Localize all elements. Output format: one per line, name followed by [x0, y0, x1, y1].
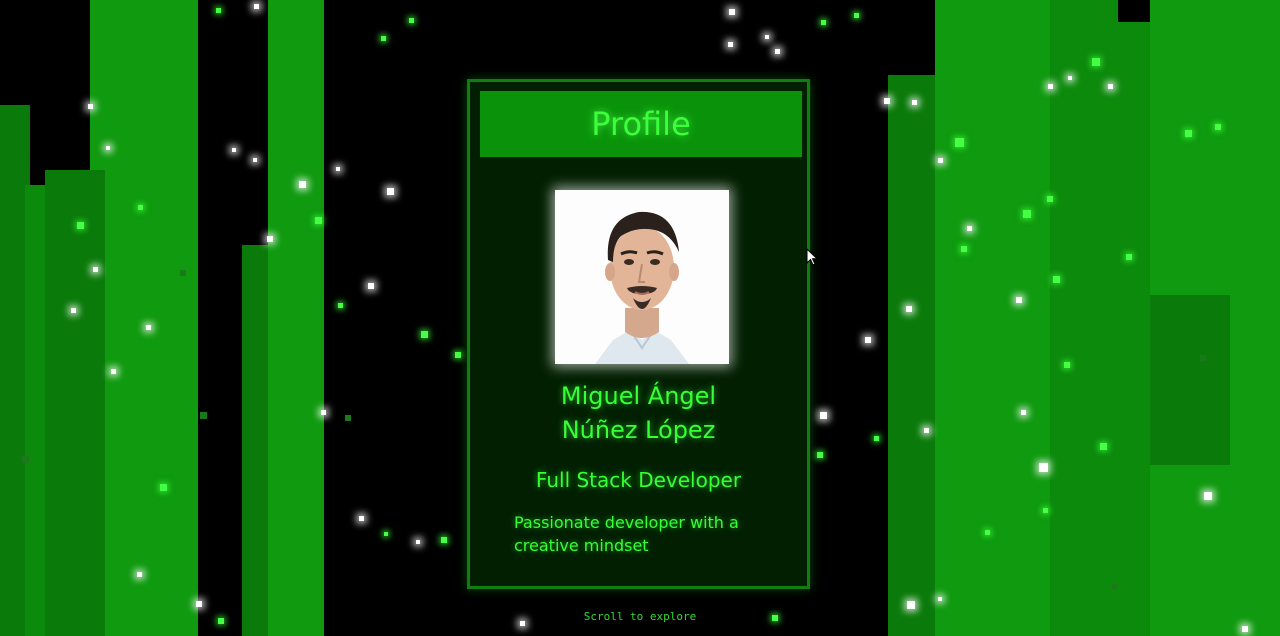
particle [854, 13, 859, 18]
particle [441, 537, 447, 543]
particle [955, 138, 964, 147]
particle [336, 167, 340, 171]
particle [1047, 196, 1053, 202]
particle [884, 98, 890, 104]
particle [88, 104, 93, 109]
particle [196, 601, 202, 607]
particle [520, 621, 525, 626]
particle [409, 18, 414, 23]
bg-pillar-gap [1118, 0, 1150, 22]
particle [906, 306, 912, 312]
particle [775, 49, 780, 54]
bg-pillar [888, 75, 938, 636]
particle [1039, 463, 1048, 472]
particle [772, 615, 778, 621]
particle [455, 352, 461, 358]
profile-role: Full Stack Developer [535, 468, 742, 492]
particle [1092, 58, 1100, 66]
particle [912, 100, 917, 105]
particle [1126, 254, 1132, 260]
particle [387, 188, 394, 195]
particle [1021, 410, 1026, 415]
bg-pillar [1050, 0, 1150, 636]
particle [1185, 130, 1192, 137]
particle [961, 246, 967, 252]
bg-pillar [45, 170, 105, 636]
particle [71, 308, 76, 313]
particle [1200, 355, 1206, 361]
card-title: Profile [591, 105, 691, 143]
particle [1112, 584, 1117, 589]
particle [924, 428, 929, 433]
particle [77, 222, 84, 229]
profile-name-line2: Núñez López [561, 416, 716, 444]
particle [160, 484, 167, 491]
matrix-scene: Profile Miguel Ángel Núñez López Full St… [0, 0, 1280, 636]
particle [359, 516, 364, 521]
particle [381, 36, 386, 41]
card-header: Profile [480, 91, 802, 157]
particle [820, 412, 827, 419]
particle [93, 267, 98, 272]
profile-card: Profile Miguel Ángel Núñez López Full St… [467, 79, 810, 589]
particle [368, 283, 374, 289]
profile-bio: Passionate developer with a creative min… [514, 513, 739, 555]
particle [22, 456, 29, 463]
particle [1215, 124, 1221, 130]
particle [985, 530, 990, 535]
particle [1043, 508, 1048, 513]
particle [111, 369, 116, 374]
particle [267, 236, 273, 242]
bg-pillar [90, 0, 198, 636]
particle [907, 601, 915, 609]
particle [765, 35, 769, 39]
particle [865, 337, 871, 343]
particle [146, 325, 151, 330]
profile-name: Miguel Ángel Núñez López [470, 379, 807, 447]
particle [254, 4, 259, 9]
particle [384, 532, 388, 536]
particle [1016, 297, 1022, 303]
particle [1068, 76, 1072, 80]
particle [321, 410, 326, 415]
particle [345, 415, 351, 421]
particle [137, 572, 142, 577]
particle [1023, 210, 1031, 218]
particle [232, 148, 236, 152]
particle [106, 146, 110, 150]
particle [1100, 443, 1107, 450]
profile-name-line1: Miguel Ángel [560, 382, 717, 410]
scroll-hint: Scroll to explore [583, 610, 697, 623]
particle [1242, 626, 1248, 632]
particle [216, 8, 221, 13]
particle [315, 217, 322, 224]
mouse-pointer-icon [806, 248, 818, 266]
particle [421, 331, 428, 338]
particle [218, 618, 224, 624]
bg-pillar [268, 0, 324, 636]
particle [200, 412, 207, 419]
particle [1108, 84, 1113, 89]
particle [874, 436, 879, 441]
particle [180, 270, 186, 276]
particle [817, 452, 823, 458]
bg-pillar [1150, 295, 1230, 465]
particle [1048, 84, 1053, 89]
particle [138, 205, 143, 210]
particle [728, 42, 733, 47]
particle [938, 597, 942, 601]
particle [938, 158, 943, 163]
particle [1064, 362, 1070, 368]
avatar [555, 190, 729, 364]
particle [967, 226, 972, 231]
particle [729, 9, 735, 15]
particle [1053, 276, 1060, 283]
particle [253, 158, 257, 162]
particle [1204, 492, 1212, 500]
particle [416, 540, 420, 544]
profile-photo [555, 190, 729, 364]
particle [299, 181, 306, 188]
particle [338, 303, 343, 308]
particle [821, 20, 826, 25]
